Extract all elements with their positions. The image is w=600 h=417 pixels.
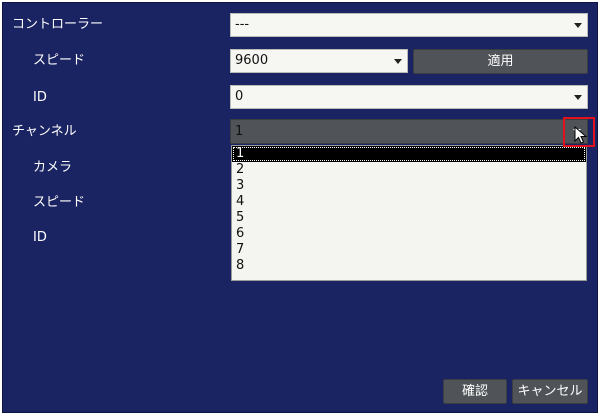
chevron-down-icon bbox=[394, 59, 402, 64]
channel-option-4[interactable]: 4 bbox=[232, 194, 586, 210]
mouse-cursor-icon bbox=[574, 126, 588, 144]
speed-select[interactable]: 9600 bbox=[230, 49, 408, 73]
controller-label: コントローラー bbox=[12, 17, 104, 32]
controller-select[interactable]: --- bbox=[230, 13, 588, 37]
id-select-value: 0 bbox=[235, 89, 244, 104]
chevron-down-icon bbox=[574, 23, 582, 28]
speed-label: スピード bbox=[33, 53, 86, 68]
channel-dropdown-list: 1 2 3 4 5 6 7 8 bbox=[231, 145, 587, 281]
cancel-button[interactable]: キャンセル bbox=[512, 379, 588, 404]
chevron-down-icon bbox=[574, 95, 582, 100]
id-label: ID bbox=[33, 90, 47, 105]
id-select[interactable]: 0 bbox=[230, 85, 588, 109]
id2-label: ID bbox=[33, 230, 47, 245]
channel-option-2[interactable]: 2 bbox=[232, 162, 586, 178]
channel-option-8[interactable]: 8 bbox=[232, 258, 586, 274]
channel-option-7[interactable]: 7 bbox=[232, 242, 586, 258]
channel-option-3[interactable]: 3 bbox=[232, 178, 586, 194]
camera-label: カメラ bbox=[33, 160, 73, 175]
channel-option-5[interactable]: 5 bbox=[232, 210, 586, 226]
confirm-button[interactable]: 確認 bbox=[443, 379, 507, 404]
channel-option-6[interactable]: 6 bbox=[232, 226, 586, 242]
apply-button[interactable]: 適用 bbox=[413, 49, 588, 74]
controller-select-value: --- bbox=[235, 17, 250, 32]
channel-option-1[interactable]: 1 bbox=[232, 146, 586, 162]
channel-select[interactable]: 1 bbox=[230, 119, 588, 144]
channel-select-value: 1 bbox=[235, 124, 244, 139]
speed-select-value: 9600 bbox=[235, 53, 269, 68]
speed2-label: スピード bbox=[33, 195, 86, 210]
channel-label: チャンネル bbox=[12, 124, 77, 139]
